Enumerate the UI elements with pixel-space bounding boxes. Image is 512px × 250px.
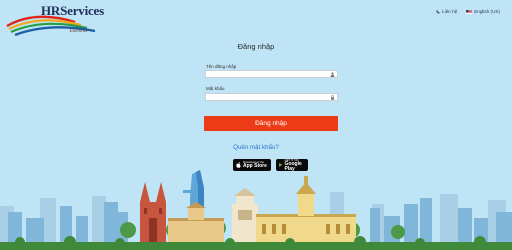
login-title: Đăng nhập [237,42,275,51]
company-logo: HRServices Talentnet [5,2,104,40]
top-bar: Liên hệ English (US) [436,9,500,14]
password-input[interactable] [206,102,330,109]
password-field[interactable] [205,93,338,109]
language-selector[interactable]: English (US) [466,9,500,14]
username-input[interactable] [206,79,330,86]
password-label: Mật khẩu [206,86,225,91]
login-button[interactable]: Đăng nhập [204,116,338,131]
contact-link[interactable]: Liên hệ [436,9,457,14]
username-label: Tên đăng nhập [206,64,237,69]
us-flag-icon [466,9,473,14]
contact-label: Liên hệ [442,9,458,14]
city-skyline-illustration [0,170,512,250]
forgot-password-link[interactable]: Quên mật khẩu? [0,144,512,151]
logo-brand-text: HRServices [41,3,104,18]
phone-icon [436,9,440,14]
lock-icon [331,95,334,100]
logo-tagline: Talentnet [69,29,88,34]
user-icon [330,72,335,77]
language-label: English (US) [474,9,500,14]
username-field[interactable] [205,70,338,86]
